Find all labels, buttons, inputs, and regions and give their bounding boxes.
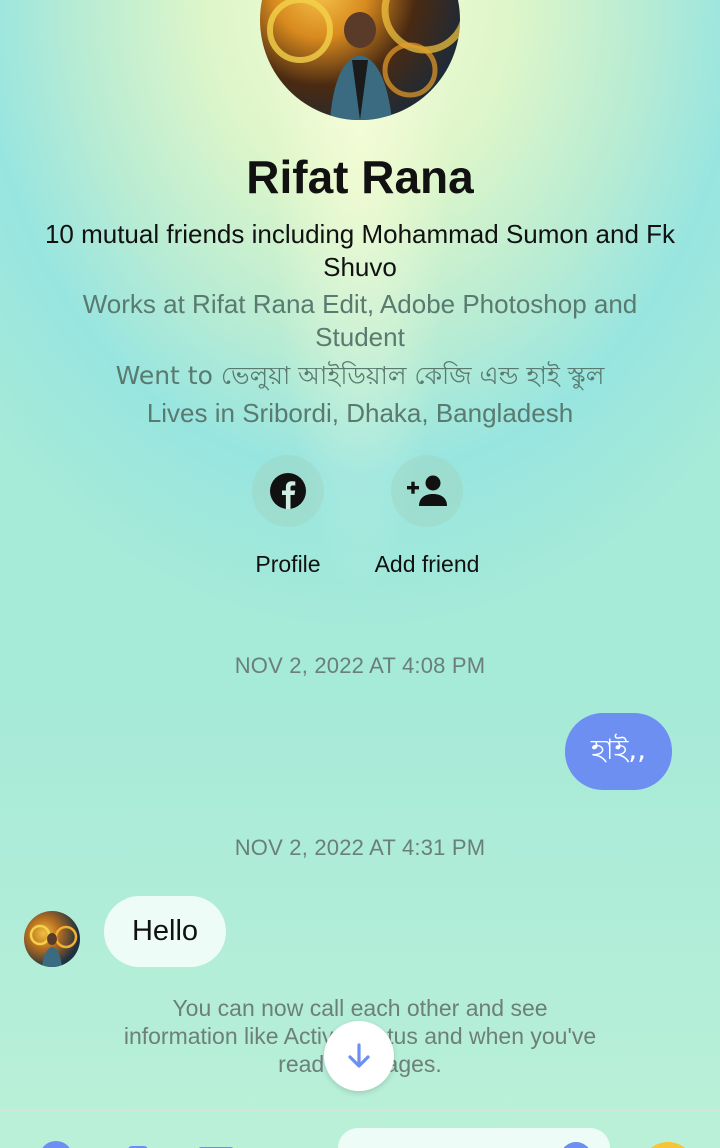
facebook-icon — [270, 473, 306, 509]
add-person-icon — [407, 475, 447, 506]
profile-name: Rifat Rana — [246, 151, 474, 203]
profile-button-circle[interactable] — [252, 455, 324, 527]
profile-education: Went to ভেলুয়া আইডিয়াল কেজি এন্ড হাই স… — [115, 361, 605, 390]
profile-location: Lives in Sribordi, Dhaka, Bangladesh — [146, 398, 574, 428]
gallery-icon[interactable] — [196, 1128, 236, 1148]
profile-avatar[interactable] — [260, 0, 460, 120]
message-timestamp: NOV 2, 2022 AT 4:08 PM — [234, 653, 486, 678]
profile-button-label: Profile — [255, 551, 321, 577]
microphone-icon[interactable] — [276, 1128, 316, 1148]
mutual-friends: 10 mutual friends including Mohammad Sum… — [44, 219, 676, 282]
outgoing-message[interactable]: হাই,, — [565, 713, 672, 790]
composer-divider — [0, 1110, 720, 1111]
scroll-to-bottom-button[interactable] — [324, 1021, 394, 1091]
message-timestamp: NOV 2, 2022 AT 4:31 PM — [234, 835, 486, 860]
profile-work: Works at Rifat Rana Edit, Adobe Photosho… — [82, 289, 638, 352]
incoming-message[interactable]: Hello — [104, 896, 226, 967]
profile-button[interactable]: Profile — [218, 455, 358, 578]
emoji-icon[interactable] — [640, 1130, 696, 1148]
add-friend-button-label: Add friend — [374, 551, 480, 577]
menu-icon[interactable] — [36, 1128, 76, 1148]
camera-icon[interactable] — [118, 1128, 158, 1148]
add-friend-button[interactable]: Add friend — [357, 455, 497, 578]
add-friend-button-circle[interactable] — [391, 455, 463, 527]
sticker-icon[interactable] — [556, 1128, 596, 1148]
arrow-down-icon — [348, 1043, 370, 1068]
contact-avatar[interactable] — [24, 911, 80, 967]
